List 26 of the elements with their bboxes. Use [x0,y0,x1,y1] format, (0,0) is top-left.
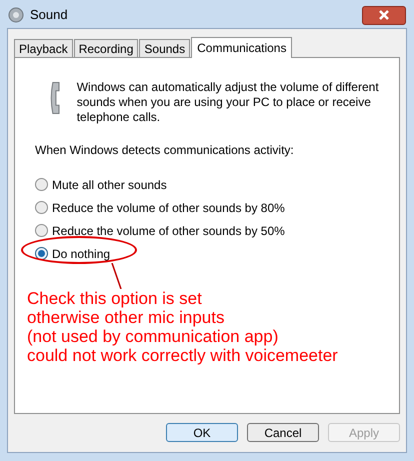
close-icon [378,10,390,20]
radio-button[interactable] [35,178,48,191]
telephone-handset-icon [49,82,60,114]
tab[interactable]: Playback [14,39,73,57]
radio-option[interactable]: Mute all other sounds [35,177,167,192]
annotation-text: (not used by communication app) [27,327,280,346]
tab[interactable]: Recording [74,39,138,57]
window-title: Sound [30,6,68,24]
annotation-text: could not work correctly with voicemeeter [27,346,339,365]
radio-option[interactable]: Do nothing [35,246,110,261]
radio-option[interactable]: Reduce the volume of other sounds by 50% [35,223,285,238]
radio-button[interactable] [35,201,48,214]
radio-button[interactable] [35,247,48,260]
prompt-text: When Windows detects communications activity: [35,142,295,159]
speaker-icon [8,7,24,23]
dialog-button[interactable]: OK [166,423,238,442]
annotation-text: otherwise other mic inputs [27,308,226,327]
radio-option[interactable]: Reduce the volume of other sounds by 80% [35,200,285,215]
close-button[interactable] [362,6,406,24]
radio-button[interactable] [35,224,48,237]
tab[interactable]: Sounds [139,39,190,57]
dialog-button[interactable]: Cancel [247,423,319,442]
tab[interactable]: Communications [191,37,292,58]
annotation-text: Check this option is set [27,289,203,308]
leader-line [111,263,123,289]
description-text: Windows can automatically adjust the volume of different sounds when you are using your PC to place or receive telephone calls. [76,80,379,125]
